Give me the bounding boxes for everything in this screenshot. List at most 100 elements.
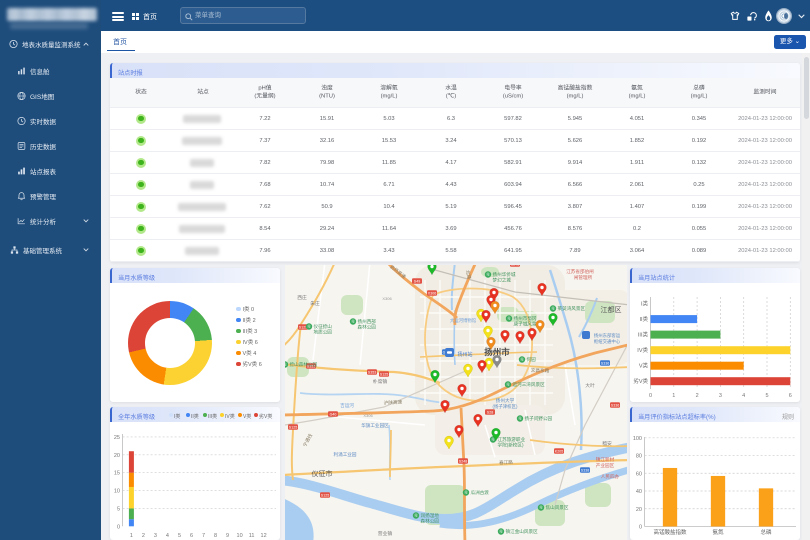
svg-text:S125: S125 — [321, 494, 329, 498]
svg-text:4: 4 — [742, 393, 745, 399]
svg-text:焦山风景区: 焦山风景区 — [546, 504, 569, 511]
svg-text:60: 60 — [636, 471, 642, 477]
svg-text:20: 20 — [636, 507, 642, 513]
svg-text:学院(新校区): 学院(新校区) — [498, 442, 524, 449]
svg-text:Ⓠ: Ⓠ — [506, 382, 510, 387]
svg-text:9: 9 — [226, 533, 229, 539]
svg-text:捺山森林公园: 捺山森林公园 — [290, 361, 318, 368]
svg-text:华旗工业园区: 华旗工业园区 — [361, 422, 389, 429]
svg-text:I类: I类 — [641, 300, 649, 308]
svg-text:3: 3 — [154, 533, 157, 539]
svg-text:总磷: 总磷 — [760, 528, 772, 536]
svg-text:5: 5 — [765, 393, 768, 399]
svg-text:S336: S336 — [601, 362, 609, 366]
svg-text:12: 12 — [261, 533, 267, 539]
svg-text:S125: S125 — [380, 373, 388, 377]
svg-text:S336: S336 — [611, 404, 619, 408]
svg-text:S28: S28 — [487, 411, 493, 415]
svg-text:扬州站: 扬州站 — [457, 351, 472, 358]
svg-text:10: 10 — [237, 533, 243, 539]
svg-text:闸管理所: 闸管理所 — [574, 274, 593, 281]
svg-text:40: 40 — [636, 489, 642, 495]
svg-text:0: 0 — [117, 524, 120, 530]
svg-text:Ⓠ: Ⓠ — [307, 324, 311, 329]
svg-text:10: 10 — [114, 489, 120, 495]
svg-text:1: 1 — [672, 393, 675, 399]
svg-text:枢纽交通中心: 枢纽交通中心 — [594, 338, 621, 345]
svg-text:Ⓠ: Ⓠ — [518, 416, 522, 421]
svg-text:仪征市: 仪征市 — [312, 469, 333, 478]
svg-text:宁通线: 宁通线 — [301, 432, 314, 448]
svg-text:大叶: 大叶 — [585, 382, 595, 389]
svg-text:吉运河: 吉运河 — [340, 402, 354, 409]
svg-text:X306: X306 — [428, 292, 436, 296]
svg-text:朱庄: 朱庄 — [310, 300, 320, 307]
svg-text:沪陕高速: 沪陕高速 — [384, 399, 403, 407]
svg-text:朴席镇: 朴席镇 — [373, 378, 388, 385]
svg-text:20: 20 — [114, 453, 120, 459]
svg-text:S49: S49 — [414, 280, 420, 284]
svg-text:80: 80 — [636, 454, 642, 460]
svg-text:S243: S243 — [511, 265, 519, 267]
svg-text:何园: 何园 — [527, 356, 537, 363]
svg-text:Ⓠ: Ⓠ — [520, 357, 524, 362]
svg-text:2: 2 — [142, 533, 145, 539]
svg-text:7: 7 — [202, 533, 205, 539]
svg-text:Ⓠ: Ⓠ — [351, 319, 355, 324]
svg-text:大运河博物馆: 大运河博物馆 — [450, 317, 477, 324]
svg-text:25: 25 — [114, 435, 120, 441]
svg-text:梦幻之城: 梦幻之城 — [493, 277, 512, 284]
svg-text:0: 0 — [639, 525, 642, 531]
svg-text:(扬子津校区): (扬子津校区) — [493, 403, 518, 410]
svg-text:Ⓠ: Ⓠ — [486, 272, 490, 277]
svg-text:扬子问野公园: 扬子问野公园 — [525, 415, 553, 422]
svg-text:6: 6 — [190, 533, 193, 539]
svg-text:S353: S353 — [368, 371, 376, 375]
svg-text:G40: G40 — [330, 413, 337, 417]
svg-text:0: 0 — [649, 393, 652, 399]
svg-text:S248: S248 — [459, 460, 467, 464]
svg-text:V类: V类 — [639, 362, 649, 370]
svg-text:高锰酸盐指数: 高锰酸盐指数 — [653, 528, 687, 536]
svg-text:11: 11 — [249, 533, 255, 539]
svg-text:扬州大学: 扬州大学 — [496, 397, 515, 404]
svg-text:3: 3 — [719, 393, 722, 399]
svg-text:Ⓠ: Ⓠ — [499, 529, 503, 534]
svg-text:IV类: IV类 — [637, 346, 648, 354]
svg-text:西庄: 西庄 — [297, 294, 307, 301]
svg-text:2: 2 — [696, 393, 699, 399]
svg-text:II类: II类 — [639, 315, 648, 323]
svg-text:5: 5 — [117, 506, 120, 512]
svg-text:4: 4 — [166, 533, 169, 539]
svg-text:镇江新材: 镇江新材 — [596, 456, 615, 463]
svg-text:Ⓠ: Ⓠ — [414, 513, 418, 518]
svg-text:Ⓠ: Ⓠ — [464, 490, 468, 495]
svg-text:人民四办: 人民四办 — [601, 473, 620, 480]
svg-text:6: 6 — [789, 393, 792, 399]
svg-text:100: 100 — [633, 436, 642, 442]
svg-text:15: 15 — [114, 471, 120, 477]
svg-text:K205: K205 — [555, 450, 563, 454]
svg-text:森林公园: 森林公园 — [358, 324, 377, 331]
svg-text:5: 5 — [178, 533, 181, 539]
svg-text:Ⓠ: Ⓠ — [539, 505, 543, 510]
svg-text:地质公园: 地质公园 — [314, 329, 333, 336]
svg-text:产业园区: 产业园区 — [596, 462, 615, 469]
svg-text:S125: S125 — [289, 426, 297, 430]
svg-text:X306: X306 — [363, 413, 373, 418]
svg-text:瓜洲古渡: 瓜洲古渡 — [471, 489, 490, 496]
svg-text:运河三湾风景区: 运河三湾风景区 — [513, 381, 546, 388]
svg-text:茱萸湾风景区: 茱萸湾风景区 — [558, 305, 586, 312]
svg-text:Ⓠ: Ⓠ — [507, 316, 511, 321]
svg-text:江苏省邵伯闸: 江苏省邵伯闸 — [566, 268, 594, 275]
svg-text:8: 8 — [214, 533, 217, 539]
svg-text:扬州东部客运: 扬州东部客运 — [594, 332, 621, 339]
svg-text:Ⓠ: Ⓠ — [551, 306, 555, 311]
svg-text:1: 1 — [130, 533, 133, 539]
svg-text:镇江金山风景区: 镇江金山风景区 — [506, 528, 539, 535]
svg-text:S338: S338 — [581, 469, 589, 473]
svg-text:森林公园: 森林公园 — [421, 518, 440, 525]
svg-text:氨氮: 氨氮 — [712, 528, 724, 536]
svg-text:X306: X306 — [382, 296, 392, 301]
svg-text:劣V类: 劣V类 — [633, 377, 648, 385]
